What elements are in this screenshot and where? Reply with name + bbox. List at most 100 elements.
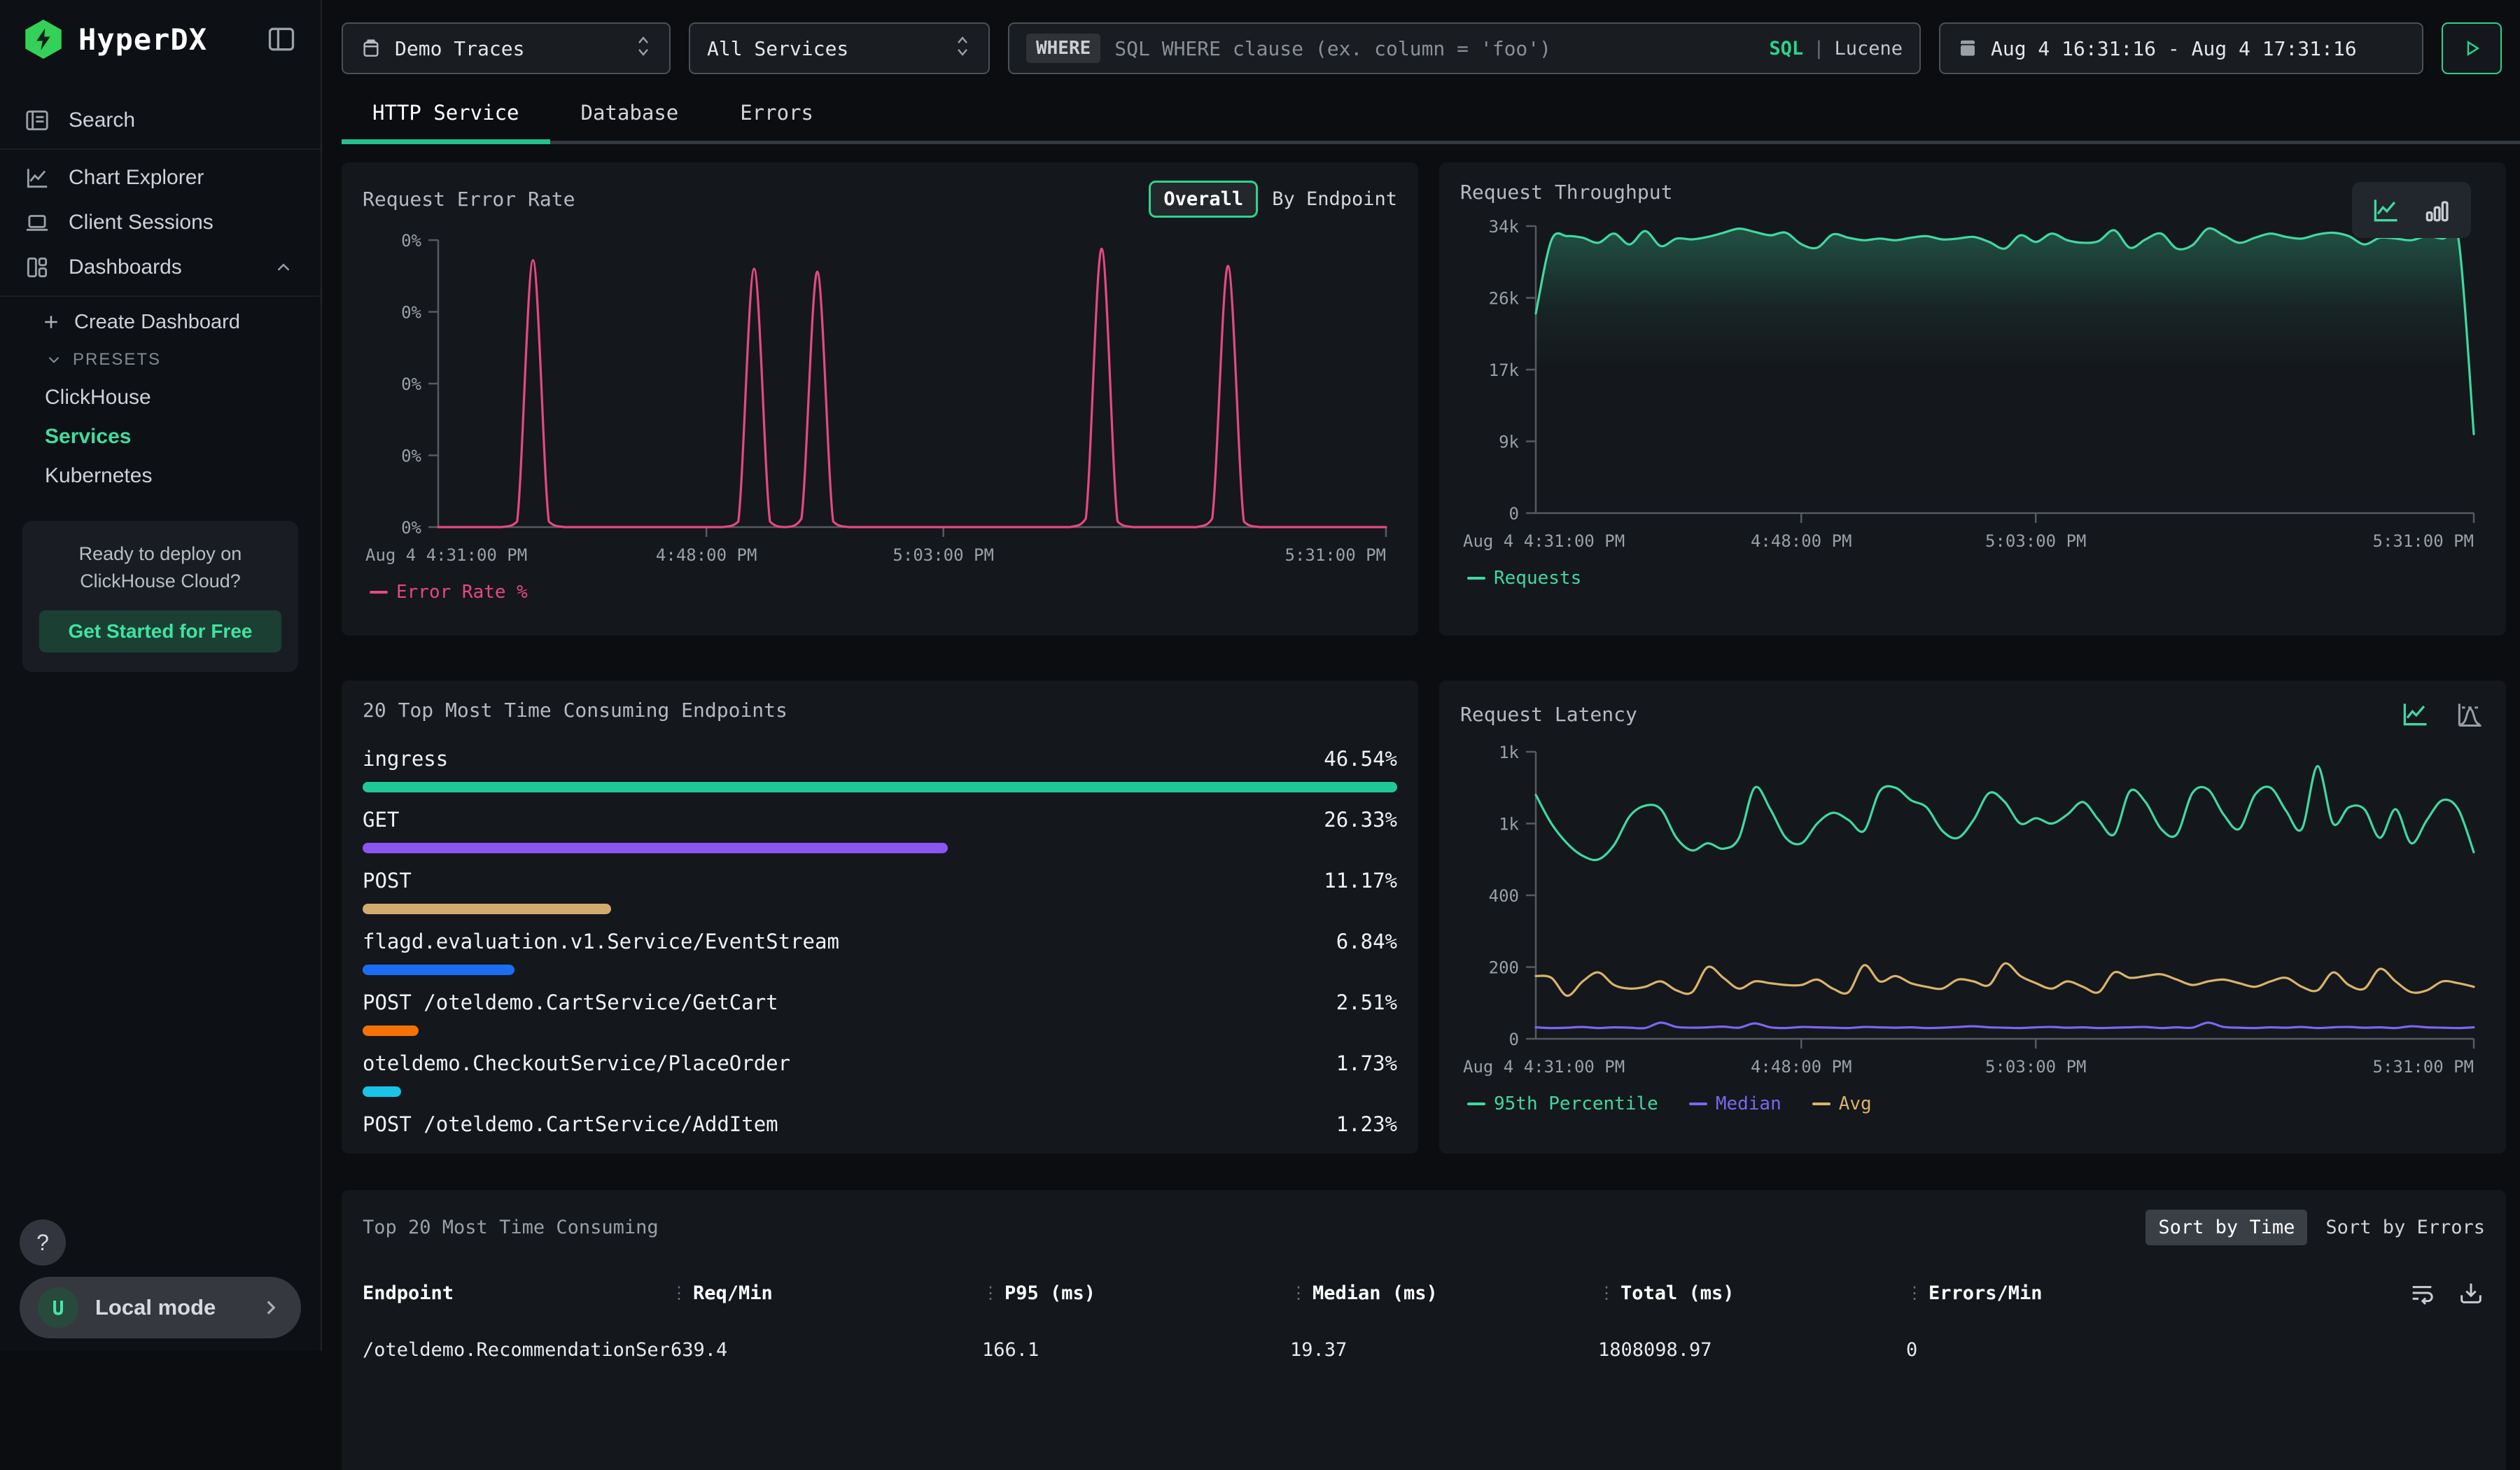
column-header-median[interactable]: ⋮Median (ms) <box>1290 1282 1598 1304</box>
hyperdx-logo-icon <box>24 20 63 59</box>
presets-section[interactable]: PRESETS <box>0 342 321 378</box>
tab-database[interactable]: Database <box>550 81 710 144</box>
promo-line1: Ready to deploy on <box>39 540 281 568</box>
column-header-req-min[interactable]: ⋮Req/Min <box>671 1282 982 1304</box>
sidebar-item-clickhouse[interactable]: ClickHouse <box>0 378 321 417</box>
chevron-up-icon <box>270 257 297 278</box>
divider <box>0 295 321 297</box>
sidebar-collapse-icon[interactable] <box>266 24 297 55</box>
sidebar: HyperDX Search Chart Explorer Client Ses… <box>0 0 322 1351</box>
chart-type-toolbar <box>2352 182 2471 238</box>
table-row[interactable]: /oteldemo.RecommendationServ 639.4 166.1… <box>363 1339 2485 1361</box>
toggle-separator: | <box>1813 38 1824 59</box>
svg-text:Aug 4 4:31:00 PM: Aug 4 4:31:00 PM <box>1463 531 1625 551</box>
help-button[interactable]: ? <box>20 1219 66 1266</box>
top-endpoints-panel: 20 Top Most Time Consuming Endpoints ing… <box>342 680 1418 1154</box>
dashboard-icon <box>24 254 50 281</box>
where-input[interactable] <box>1114 37 1755 60</box>
tab-http-service[interactable]: HTTP Service <box>342 81 550 144</box>
sort-by-time-button[interactable]: Sort by Time <box>2146 1210 2307 1245</box>
by-endpoint-toggle[interactable]: By Endpoint <box>1272 188 1397 210</box>
column-header-errors-min[interactable]: ⋮Errors/Min <box>1906 1282 2408 1304</box>
drag-handle-icon[interactable]: ⋮ <box>1906 1283 1921 1303</box>
endpoint-row[interactable]: flagd.evaluation.v1.Service/EventStream6… <box>363 930 1397 975</box>
endpoint-row[interactable]: POST11.17% <box>363 869 1397 914</box>
plus-icon <box>41 312 62 332</box>
drag-handle-icon[interactable]: ⋮ <box>1290 1283 1306 1303</box>
legend-dash-icon <box>1467 577 1485 580</box>
request-latency-panel: Request Latency <box>1439 680 2506 1154</box>
select-chevrons-icon <box>634 34 652 64</box>
sidebar-item-services[interactable]: Services <box>0 417 321 456</box>
where-clause-field[interactable]: WHERE SQL | Lucene <box>1008 22 1921 74</box>
request-throughput-panel: Request Throughput 09k17k26k34kAug 4 4: <box>1439 162 2506 636</box>
legend-dash-icon <box>1467 1102 1485 1105</box>
endpoint-row[interactable]: POST /oteldemo.CartService/AddItem1.23% <box>363 1112 1397 1146</box>
svg-text:0%: 0% <box>401 303 421 323</box>
query-language-toggle: SQL | Lucene <box>1769 38 1903 59</box>
chart-type-toggle <box>2400 699 2485 729</box>
throughput-legend: Requests <box>1460 568 2485 589</box>
legend-dash-icon <box>1689 1102 1707 1105</box>
legend-dash-icon <box>370 591 388 594</box>
logo-row: HyperDX <box>0 0 321 78</box>
dashboard-tabs: HTTP Service Database Errors <box>323 81 2520 144</box>
legend-item: Avg <box>1812 1093 1872 1114</box>
laptop-icon <box>24 209 50 236</box>
column-header-p95[interactable]: ⋮P95 (ms) <box>982 1282 1290 1304</box>
avatar: U <box>38 1287 78 1328</box>
get-started-button[interactable]: Get Started for Free <box>39 610 281 652</box>
sidebar-item-client-sessions[interactable]: Client Sessions <box>0 200 321 245</box>
legend-item: Error Rate % <box>370 582 528 603</box>
data-source-select[interactable]: Demo Traces <box>342 22 671 74</box>
column-header-endpoint[interactable]: Endpoint <box>363 1282 671 1304</box>
column-header-total[interactable]: ⋮Total (ms) <box>1598 1282 1906 1304</box>
time-range-picker[interactable]: Aug 4 16:31:16 - Aug 4 17:31:16 <box>1939 22 2423 74</box>
endpoint-row[interactable]: oteldemo.CheckoutService/PlaceOrder1.73% <box>363 1051 1397 1097</box>
sidebar-item-kubernetes[interactable]: Kubernetes <box>0 456 321 496</box>
tab-errors[interactable]: Errors <box>709 81 844 144</box>
play-icon <box>2461 38 2482 59</box>
svg-text:5:31:00 PM: 5:31:00 PM <box>2373 531 2474 551</box>
table-title: Top 20 Most Time Consuming <box>363 1217 659 1238</box>
sidebar-item-search[interactable]: Search <box>0 98 321 143</box>
user-menu[interactable]: U Local mode <box>20 1277 301 1338</box>
bar-chart-icon[interactable] <box>2422 195 2453 225</box>
legend-dash-icon <box>1812 1102 1830 1105</box>
wrap-text-icon[interactable] <box>2408 1279 2436 1307</box>
sql-toggle[interactable]: SQL <box>1769 38 1803 59</box>
latency-chart[interactable]: 02004001k1kAug 4 4:31:00 PM4:48:00 PM5:0… <box>1460 734 2485 1092</box>
dashboard-content: Request Error Rate Overall By Endpoint 0… <box>323 144 2520 1470</box>
svg-text:0%: 0% <box>401 374 421 394</box>
line-chart-icon[interactable] <box>2400 699 2430 729</box>
svg-text:400: 400 <box>1489 886 1519 906</box>
throughput-chart[interactable]: 09k17k26k34kAug 4 4:31:00 PM4:48:00 PM5:… <box>1460 208 2485 566</box>
endpoint-bar <box>363 843 948 853</box>
create-dashboard-button[interactable]: Create Dashboard <box>0 302 321 342</box>
drag-handle-icon[interactable]: ⋮ <box>671 1283 686 1303</box>
promo-line2: ClickHouse Cloud? <box>39 568 281 595</box>
endpoint-row[interactable]: POST /oteldemo.CartService/GetCart2.51% <box>363 990 1397 1036</box>
drag-handle-icon[interactable]: ⋮ <box>982 1283 997 1303</box>
run-query-button[interactable] <box>2442 22 2502 74</box>
drag-handle-icon[interactable]: ⋮ <box>1598 1283 1614 1303</box>
sidebar-item-chart-explorer[interactable]: Chart Explorer <box>0 155 321 200</box>
histogram-icon[interactable] <box>2454 699 2485 729</box>
error-rate-chart[interactable]: 0%0%0%0%0%Aug 4 4:31:00 PM4:48:00 PM5:03… <box>363 222 1397 580</box>
service-select[interactable]: All Services <box>689 22 990 74</box>
panel-title: Request Throughput <box>1460 181 1672 204</box>
lucene-toggle[interactable]: Lucene <box>1834 38 1903 59</box>
endpoint-bar <box>363 965 514 975</box>
line-chart-icon[interactable] <box>2370 195 2401 225</box>
sidebar-item-dashboards[interactable]: Dashboards <box>0 245 321 290</box>
endpoint-row[interactable]: GET26.33% <box>363 808 1397 853</box>
panel-title: Request Latency <box>1460 703 1637 726</box>
svg-text:0: 0 <box>1509 504 1519 524</box>
download-icon[interactable] <box>2457 1279 2485 1307</box>
sort-by-errors-button[interactable]: Sort by Errors <box>2325 1217 2485 1238</box>
latency-legend: 95th Percentile Median Avg <box>1460 1093 2485 1114</box>
overall-toggle-button[interactable]: Overall <box>1149 181 1258 218</box>
svg-text:200: 200 <box>1489 958 1519 978</box>
data-source-value: Demo Traces <box>395 37 524 60</box>
endpoint-row[interactable]: ingress46.54% <box>363 747 1397 792</box>
